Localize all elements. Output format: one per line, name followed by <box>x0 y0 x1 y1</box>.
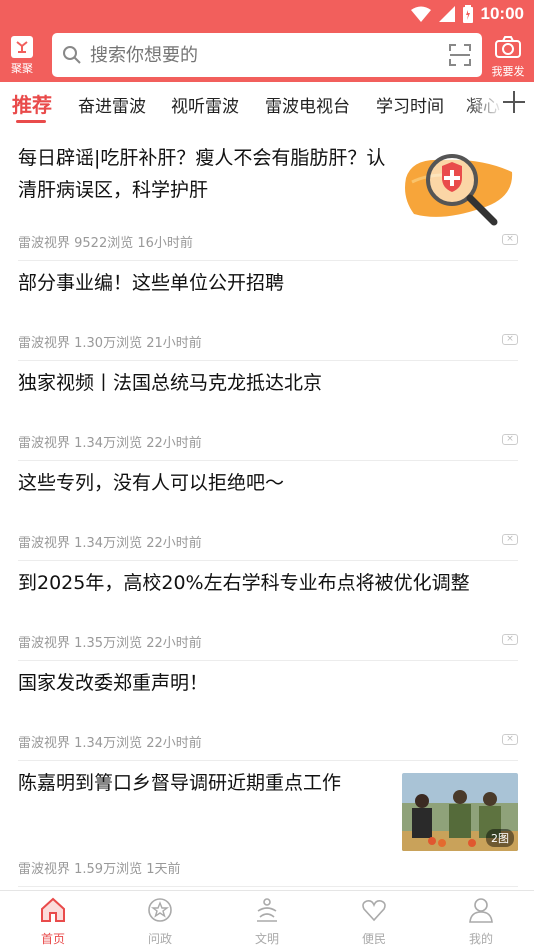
battery-icon <box>462 5 473 23</box>
app-logo-label: 聚聚 <box>11 62 33 75</box>
news-item[interactable]: 国家发改委郑重声明！ 雷波视界 1.34万浏览 22小时前 × <box>18 661 518 761</box>
wifi-icon <box>410 6 431 22</box>
news-meta: 雷波视界 1.34万浏览 22小时前 <box>18 436 202 451</box>
news-title: 独家视频丨法国总统马克龙抵达北京 <box>18 372 323 394</box>
tab-leibo-tv[interactable]: 雷波电视台 <box>265 92 350 117</box>
image-count-badge: 2图 <box>486 829 514 847</box>
tab-fenjin-leibo[interactable]: 奋进雷波 <box>78 92 146 117</box>
news-meta: 雷波视界 1.59万浏览 1天前 <box>18 862 181 877</box>
add-channel-icon[interactable] <box>500 88 528 116</box>
post-camera-button[interactable]: 我要发 <box>488 36 528 79</box>
news-title: 部分事业编！这些单位公开招聘 <box>18 272 285 294</box>
tab-shiting-leibo[interactable]: 视听雷波 <box>171 92 239 117</box>
nav-label: 文明 <box>254 932 279 946</box>
news-item[interactable]: 这些专列，没有人可以拒绝吧～ 雷波视界 1.34万浏览 22小时前 × <box>18 461 518 561</box>
nav-bianmin[interactable]: 便民 <box>344 897 404 947</box>
signal-icon <box>438 6 455 22</box>
nav-wenming[interactable]: 文明 <box>237 897 297 947</box>
news-item[interactable]: 到2025年，高校20%左右学科专业布点将被优化调整 雷波视界 1.35万浏览 … <box>18 561 518 661</box>
status-bar: 10:00 <box>0 0 534 28</box>
clock: 10:00 <box>480 4 524 23</box>
search-icon <box>63 46 81 64</box>
post-camera-label: 我要发 <box>491 65 525 78</box>
nav-label: 便民 <box>361 932 386 946</box>
news-title: 这些专列，没有人可以拒绝吧～ <box>18 472 285 494</box>
search-input[interactable] <box>90 33 430 77</box>
news-meta: 雷波视界 1.34万浏览 22小时前 <box>18 736 202 751</box>
dismiss-icon[interactable]: × <box>502 234 518 245</box>
nav-mine[interactable]: 我的 <box>451 897 511 947</box>
app-logo-icon <box>11 36 33 58</box>
news-meta: 雷波视界 9522浏览 16小时前 <box>18 236 193 251</box>
news-meta: 雷波视界 1.30万浏览 21小时前 <box>18 336 202 351</box>
news-title: 到2025年，高校20%左右学科专业布点将被优化调整 <box>18 572 470 594</box>
news-item[interactable]: 每日辟谣|吃肝补肝？瘦人不会有脂肪肝？认清肝病误区，科学护肝 雷波视界 9522… <box>18 124 518 261</box>
nav-home[interactable]: 首页 <box>23 897 83 947</box>
star-circle-icon <box>148 898 172 922</box>
dismiss-icon[interactable]: × <box>502 734 518 745</box>
camera-icon <box>495 36 521 58</box>
nav-label: 我的 <box>468 932 493 946</box>
liver-illustration-thumb <box>402 148 518 226</box>
news-item[interactable]: 陈嘉明到箐口乡督导调研近期重点工作 2图 雷波视界 1.59万浏览 1天前 <box>18 761 518 887</box>
active-tab-indicator <box>16 120 46 123</box>
news-title: 国家发改委郑重声明！ <box>18 672 209 694</box>
channel-tabs: 推荐 奋进雷波 视听雷波 雷波电视台 学习时间 凝心 <box>0 82 534 124</box>
dismiss-icon[interactable]: × <box>502 334 518 345</box>
app-header: 10:00 聚聚 我要发 <box>0 0 534 82</box>
nav-label: 首页 <box>40 932 65 946</box>
app-logo-button[interactable]: 聚聚 <box>8 36 36 75</box>
user-icon <box>469 898 493 923</box>
bottom-navigation: 首页 问政 文明 便民 我的 <box>0 890 534 950</box>
nav-wenzheng[interactable]: 问政 <box>130 897 190 947</box>
news-item[interactable]: 部分事业编！这些单位公开招聘 雷波视界 1.30万浏览 21小时前 × <box>18 261 518 361</box>
nav-label: 问政 <box>147 932 172 946</box>
heart-icon <box>362 900 386 922</box>
dismiss-icon[interactable]: × <box>502 534 518 545</box>
dismiss-icon[interactable]: × <box>502 634 518 645</box>
tab-recommend[interactable]: 推荐 <box>12 89 52 118</box>
news-title: 陈嘉明到箐口乡督导调研近期重点工作 <box>18 772 342 794</box>
dismiss-icon[interactable]: × <box>502 434 518 445</box>
search-bar[interactable] <box>52 33 482 77</box>
civilization-icon <box>257 898 277 922</box>
tabs-fade <box>464 82 504 124</box>
news-meta: 雷波视界 1.35万浏览 22小时前 <box>18 636 202 651</box>
news-title: 每日辟谣|吃肝补肝？瘦人不会有脂肪肝？认清肝病误区，科学护肝 <box>18 147 386 201</box>
home-icon <box>41 897 65 922</box>
scan-icon[interactable] <box>448 43 472 67</box>
officials-photo-thumb: 2图 <box>402 773 518 851</box>
news-meta: 雷波视界 1.34万浏览 22小时前 <box>18 536 202 551</box>
news-item[interactable]: 独家视频丨法国总统马克龙抵达北京 雷波视界 1.34万浏览 22小时前 × <box>18 361 518 461</box>
tab-study-time[interactable]: 学习时间 <box>376 92 444 117</box>
